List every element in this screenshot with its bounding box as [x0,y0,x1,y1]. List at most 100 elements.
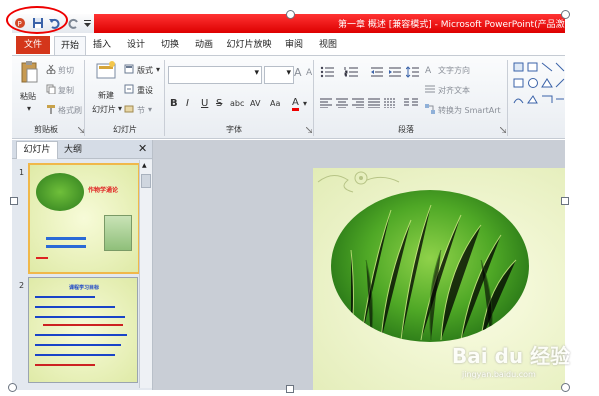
align-right-icon[interactable] [352,98,364,111]
selection-handle[interactable] [286,10,295,19]
font-name-dropdown-icon[interactable]: ▾ [254,68,259,78]
smartart-icon[interactable] [424,103,436,118]
reset-button[interactable]: 重设 [137,85,153,96]
flower-decoration [317,171,400,193]
slide-number: 2 [19,281,25,290]
decrease-indent-icon[interactable] [370,66,384,81]
tab-view[interactable]: 视图 [314,36,342,54]
grow-font-button[interactable]: A [294,66,302,79]
new-slide-dropdown-icon[interactable]: ▾ [118,104,122,113]
tab-animations[interactable]: 动画 [190,36,218,54]
section-icon[interactable] [124,104,134,117]
thumbnail-text-line [46,245,86,248]
section-button[interactable]: 节 [137,105,145,116]
italic-button[interactable]: I [186,98,189,109]
paste-button[interactable]: 粘贴 [20,91,36,102]
align-left-icon[interactable] [320,98,332,111]
scroll-up-icon[interactable]: ▲ [142,162,147,169]
change-case-button[interactable]: Aa [270,99,280,108]
tab-transitions[interactable]: 切换 [156,36,184,54]
selection-handle[interactable] [561,197,569,205]
new-slide-label-2[interactable]: 幻灯片 [92,104,116,115]
paste-dropdown-icon[interactable]: ▾ [27,104,31,113]
character-spacing-button[interactable]: AV [250,99,260,108]
layout-icon[interactable] [124,64,134,77]
svg-text:A: A [425,66,432,75]
tab-slides-pane[interactable]: 幻灯片 [16,141,58,159]
font-launcher-icon[interactable] [305,126,313,136]
slide-number: 1 [19,168,25,177]
paragraph-launcher-icon[interactable] [499,126,507,136]
font-size-dropdown-icon[interactable]: ▾ [286,68,291,78]
shrink-font-button[interactable]: A [306,68,312,78]
redo-icon[interactable] [68,17,80,29]
layout-button[interactable]: 版式 [137,65,153,76]
selection-handle[interactable] [561,10,570,19]
tab-file[interactable]: 文件 [16,36,50,54]
selection-handle[interactable] [8,383,17,392]
thumbnail-text-line [35,344,121,346]
font-name-combobox[interactable]: ▾ [168,66,262,84]
pane-scrollbar[interactable] [139,160,152,388]
line-spacing-icon[interactable] [405,66,420,81]
paste-icon[interactable] [20,60,38,87]
format-painter-button[interactable]: 格式刷 [58,105,82,116]
slide-thumbnail[interactable]: 作物学通论 [28,163,140,274]
align-text-icon[interactable] [424,83,436,98]
strikethrough-button[interactable]: S [216,98,222,109]
thumbnail-book [104,215,132,251]
font-size-combobox[interactable]: ▾ [264,66,294,84]
section-dropdown-icon[interactable]: ▾ [148,105,152,114]
watermark-url: jingyan.baidu.com [462,370,536,379]
tab-outline-pane[interactable]: 大纲 [58,142,88,158]
increase-indent-icon[interactable] [388,66,402,81]
new-slide-label[interactable]: 新建 [98,90,114,101]
shadow-button[interactable]: abc [230,99,244,108]
tab-design[interactable]: 设计 [122,36,150,54]
convert-to-smartart-button[interactable]: 转换为 SmartArt [438,105,501,116]
bold-button[interactable]: B [170,98,178,109]
paragraph-group-label: 段落 [398,125,414,134]
scrollbar-thumb[interactable] [141,174,151,188]
selection-handle[interactable] [286,385,294,393]
distribute-icon[interactable] [384,98,396,111]
columns-icon[interactable] [404,98,418,111]
close-icon[interactable]: ✕ [138,142,147,155]
selection-handle[interactable] [10,197,18,205]
copy-button[interactable]: 复制 [58,85,74,96]
reset-icon[interactable] [124,84,134,97]
tab-home[interactable]: 开始 [54,36,86,55]
align-text-button[interactable]: 对齐文本 [438,85,470,96]
font-color-button[interactable]: A [292,97,299,111]
underline-button[interactable]: U [201,98,208,109]
thumbnail-text-line [36,257,48,259]
copy-icon[interactable] [46,84,56,97]
tab-review[interactable]: 审阅 [280,36,308,54]
thumbnail-text-line [35,364,95,366]
align-center-icon[interactable] [336,98,348,111]
tab-insert[interactable]: 插入 [88,36,116,54]
bullets-icon[interactable] [320,66,336,81]
cut-button[interactable]: 剪切 [58,65,74,76]
rice-field-image [331,190,529,342]
customize-icon[interactable] [83,17,95,29]
new-slide-icon[interactable] [95,60,117,85]
clipboard-group-label: 剪贴板 [34,125,58,134]
numbering-icon[interactable] [344,66,360,81]
text-direction-button[interactable]: 文字方向 [438,65,470,76]
thumbnail-text-line [35,354,115,356]
layout-dropdown-icon[interactable]: ▾ [156,65,160,74]
cut-icon[interactable] [46,64,56,77]
tab-slideshow[interactable]: 幻灯片放映 [224,36,274,54]
annotation-circle [6,6,68,34]
text-direction-icon[interactable]: A [424,63,436,78]
font-color-dropdown-icon[interactable]: ▾ [303,99,307,108]
selection-handle[interactable] [561,383,570,392]
thumbnail-text-line [35,306,115,308]
justify-icon[interactable] [368,98,380,111]
format-painter-icon[interactable] [46,104,56,117]
shapes-gallery[interactable] [512,60,565,112]
thumbnail-text-line [35,296,95,298]
slide-thumbnail[interactable]: 课程学习目标 [28,277,138,383]
font-group-label: 字体 [226,125,242,134]
